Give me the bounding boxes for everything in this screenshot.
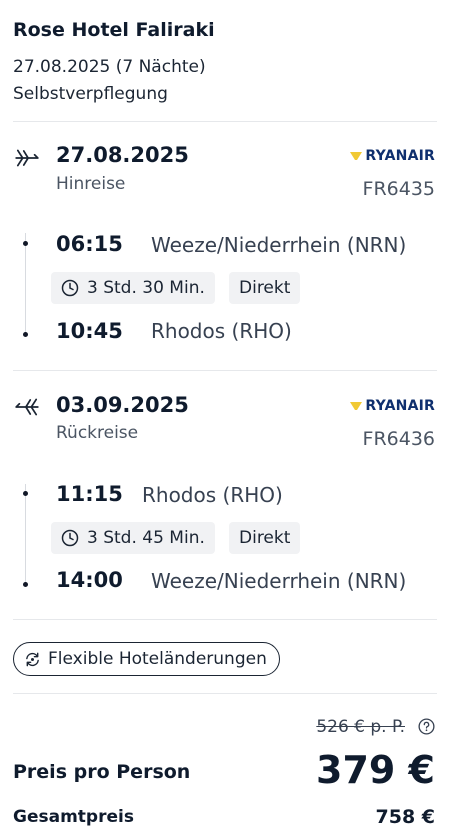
plane-departure-icon: [15, 149, 39, 167]
outbound-duration: 3 Std. 30 Min.: [87, 278, 205, 298]
return-arrival-airport: Weeze/Niederrhein (NRN): [151, 569, 407, 593]
outbound-label: Hinreise: [56, 174, 126, 194]
flexible-hotel-changes-badge[interactable]: Flexible Hoteländerungen: [13, 642, 280, 676]
return-stops: Direkt: [239, 528, 291, 548]
outbound-stops: Direkt: [239, 278, 291, 298]
plane-return-icon: [15, 398, 39, 416]
return-date: 03.09.2025: [56, 393, 189, 417]
price-per-person-label: Preis pro Person: [13, 761, 191, 783]
refresh-icon: [26, 652, 39, 666]
outbound-duration-chip: 3 Std. 30 Min.: [51, 272, 215, 304]
outbound-departure-airport: Weeze/Niederrhein (NRN): [151, 233, 407, 257]
clock-icon: [61, 529, 79, 547]
outbound-date: 27.08.2025: [56, 143, 189, 167]
return-airline-logo: RYANAIR: [350, 398, 435, 414]
ryanair-harp-icon: [350, 152, 363, 160]
timeline-line: [25, 233, 26, 336]
return-arrival-time: 14:00: [56, 568, 123, 592]
outbound-flight-number: FR6435: [362, 178, 435, 200]
help-icon[interactable]: [418, 718, 435, 735]
return-label: Rückreise: [56, 423, 139, 443]
price-per-person: 379 €: [316, 748, 435, 792]
outbound-departure-time: 06:15: [56, 232, 123, 256]
divider: [13, 693, 437, 694]
timeline-dot: [23, 491, 28, 496]
divider: [13, 121, 437, 122]
timeline-dot: [23, 332, 28, 337]
flexible-hotel-changes-label: Flexible Hoteländerungen: [48, 649, 267, 669]
timeline-line: [25, 484, 26, 586]
board-type: Selbstverpflegung: [13, 84, 168, 104]
return-stops-chip: Direkt: [229, 522, 301, 554]
return-departure-time: 11:15: [56, 482, 123, 506]
airline-name: RYANAIR: [365, 148, 435, 164]
return-flight-number: FR6436: [362, 428, 435, 450]
old-price: 526 € p. P.: [316, 717, 405, 737]
travel-dates: 27.08.2025 (7 Nächte): [13, 57, 206, 77]
total-price-label: Gesamtpreis: [13, 807, 134, 827]
outbound-arrival-time: 10:45: [56, 319, 123, 343]
divider: [13, 619, 437, 620]
hotel-name: Rose Hotel Faliraki: [13, 19, 215, 41]
return-departure-airport: Rhodos (RHO): [142, 483, 283, 507]
airline-name: RYANAIR: [365, 398, 435, 414]
outbound-stops-chip: Direkt: [229, 272, 301, 304]
total-price: 758 €: [375, 806, 436, 828]
timeline-dot: [23, 582, 28, 587]
timeline-dot: [23, 241, 28, 246]
outbound-airline-logo: RYANAIR: [350, 148, 435, 164]
clock-icon: [61, 279, 79, 297]
outbound-arrival-airport: Rhodos (RHO): [151, 319, 292, 343]
ryanair-harp-icon: [350, 402, 363, 410]
divider: [13, 370, 437, 371]
return-duration-chip: 3 Std. 45 Min.: [51, 522, 215, 554]
return-duration: 3 Std. 45 Min.: [87, 528, 205, 548]
